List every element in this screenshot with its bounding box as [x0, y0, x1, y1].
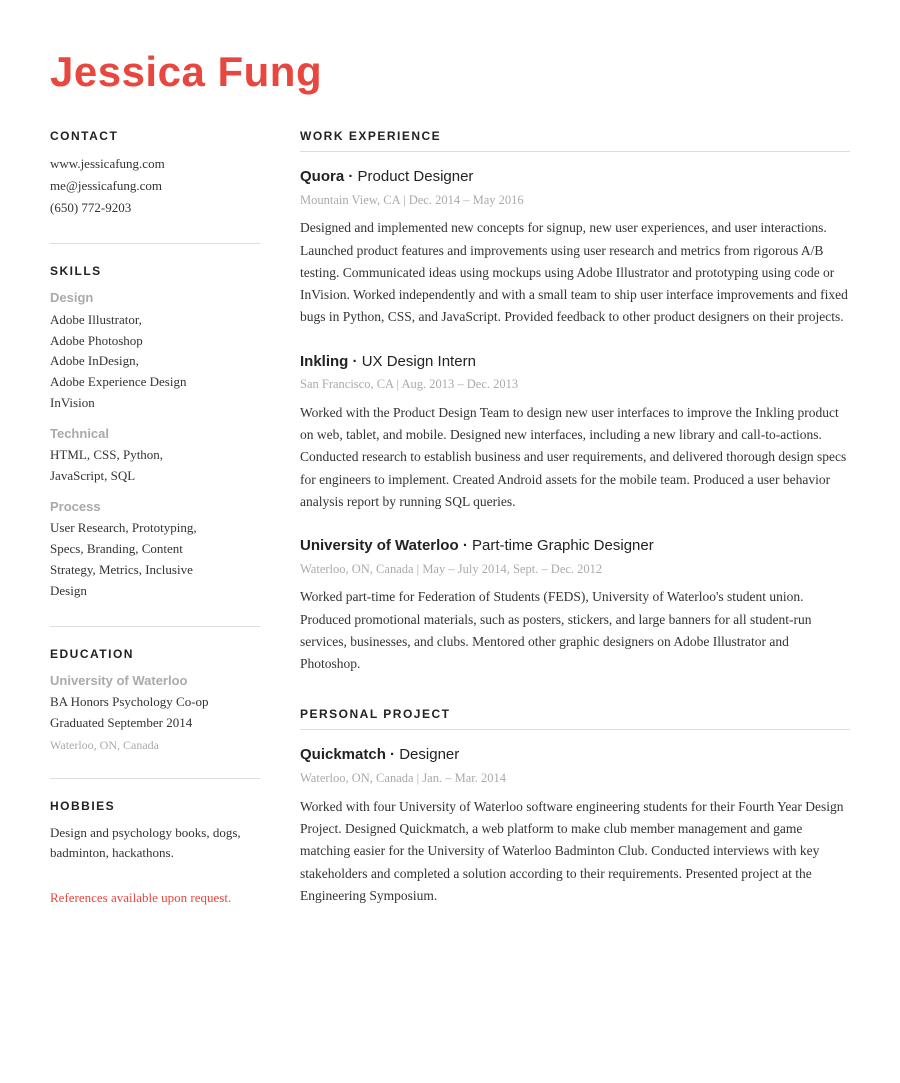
skill-design-items: Adobe Illustrator,Adobe PhotoshopAdobe I… [50, 310, 260, 414]
job-uw-role: Part-time Graphic Designer [472, 537, 654, 554]
project-quickmatch-title: Quickmatch · Designer [300, 744, 850, 767]
education-title: EDUCATION [50, 645, 260, 663]
job-uw-desc: Worked part-time for Federation of Stude… [300, 586, 850, 675]
job-quora-role: Product Designer [358, 168, 474, 185]
contact-title: CONTACT [50, 127, 260, 145]
edu-degree: BA Honors Psychology Co-op [50, 692, 260, 713]
divider-2 [50, 626, 260, 627]
contact-phone: (650) 772-9203 [50, 197, 260, 219]
project-quickmatch-dates: Jan. – Mar. 2014 [422, 771, 506, 785]
personal-project-section: PERSONAL PROJECT Quickmatch · Designer W… [300, 705, 850, 907]
job-inkling-role: UX Design Intern [362, 353, 476, 370]
project-quickmatch-company: Quickmatch [300, 746, 386, 763]
project-quickmatch-location: Waterloo, ON, Canada [300, 771, 414, 785]
work-experience-section: WORK EXPERIENCE Quora · Product Designer… [300, 127, 850, 675]
divider-3 [50, 778, 260, 779]
divider-1 [50, 243, 260, 244]
hobbies-text: Design and psychology books, dogs, badmi… [50, 823, 260, 865]
skills-section: SKILLS Design Adobe Illustrator,Adobe Ph… [50, 262, 260, 601]
job-inkling-title: Inkling · UX Design Intern [300, 351, 850, 374]
job-quora: Quora · Product Designer Mountain View, … [300, 166, 850, 329]
contact-section: CONTACT www.jessicafung.com me@jessicafu… [50, 127, 260, 219]
job-quora-meta: Mountain View, CA | Dec. 2014 – May 2016 [300, 191, 850, 210]
main-layout: CONTACT www.jessicafung.com me@jessicafu… [50, 127, 850, 937]
job-quora-location: Mountain View, CA [300, 193, 400, 207]
edu-location: Waterloo, ON, Canada [50, 736, 260, 754]
job-uw-title: University of Waterloo · Part-time Graph… [300, 535, 850, 558]
work-experience-title: WORK EXPERIENCE [300, 127, 850, 152]
skill-design-label: Design [50, 288, 260, 308]
skill-technical: Technical HTML, CSS, Python,JavaScript, … [50, 424, 260, 487]
skill-technical-label: Technical [50, 424, 260, 444]
resume-page: Jessica Fung CONTACT www.jessicafung.com… [0, 0, 900, 1083]
resume-name: Jessica Fung [50, 40, 850, 103]
project-quickmatch: Quickmatch · Designer Waterloo, ON, Cana… [300, 744, 850, 907]
skills-title: SKILLS [50, 262, 260, 280]
project-quickmatch-separator: · [390, 746, 399, 763]
job-inkling-location: San Francisco, CA [300, 377, 393, 391]
main-content: WORK EXPERIENCE Quora · Product Designer… [300, 127, 850, 937]
sidebar: CONTACT www.jessicafung.com me@jessicafu… [50, 127, 260, 937]
contact-email: me@jessicafung.com [50, 175, 260, 197]
job-quora-dates: Dec. 2014 – May 2016 [409, 193, 524, 207]
hobbies-title: HOBBIES [50, 797, 260, 815]
job-uw-location: Waterloo, ON, Canada [300, 562, 414, 576]
skill-design: Design Adobe Illustrator,Adobe Photoshop… [50, 288, 260, 413]
job-uw-separator: · [463, 537, 472, 554]
job-quora-title: Quora · Product Designer [300, 166, 850, 189]
contact-website: www.jessicafung.com [50, 153, 260, 175]
project-quickmatch-meta: Waterloo, ON, Canada | Jan. – Mar. 2014 [300, 769, 850, 788]
personal-project-title: PERSONAL PROJECT [300, 705, 850, 730]
job-inkling: Inkling · UX Design Intern San Francisco… [300, 351, 850, 514]
job-quora-company: Quora [300, 168, 344, 185]
education-section: EDUCATION University of Waterloo BA Hono… [50, 645, 260, 754]
job-quora-separator: · [348, 168, 357, 185]
job-uw-meta: Waterloo, ON, Canada | May – July 2014, … [300, 560, 850, 579]
job-quora-desc: Designed and implemented new concepts fo… [300, 217, 850, 328]
project-quickmatch-desc: Worked with four University of Waterloo … [300, 796, 850, 907]
job-uw: University of Waterloo · Part-time Graph… [300, 535, 850, 675]
skill-technical-items: HTML, CSS, Python,JavaScript, SQL [50, 445, 260, 487]
skill-process: Process User Research, Prototyping,Specs… [50, 497, 260, 602]
job-uw-company: University of Waterloo [300, 537, 459, 554]
job-inkling-dates: Aug. 2013 – Dec. 2013 [401, 377, 518, 391]
job-inkling-desc: Worked with the Product Design Team to d… [300, 402, 850, 513]
skill-process-items: User Research, Prototyping,Specs, Brandi… [50, 518, 260, 601]
edu-school: University of Waterloo [50, 671, 260, 691]
skill-process-label: Process [50, 497, 260, 517]
job-inkling-separator: · [353, 353, 362, 370]
hobbies-section: HOBBIES Design and psychology books, dog… [50, 797, 260, 865]
edu-graduated: Graduated September 2014 [50, 713, 260, 734]
project-quickmatch-role: Designer [399, 746, 459, 763]
job-inkling-company: Inkling [300, 353, 348, 370]
references-text: References available upon request. [50, 888, 260, 909]
job-uw-dates: May – July 2014, Sept. – Dec. 2012 [422, 562, 602, 576]
job-inkling-meta: San Francisco, CA | Aug. 2013 – Dec. 201… [300, 375, 850, 394]
